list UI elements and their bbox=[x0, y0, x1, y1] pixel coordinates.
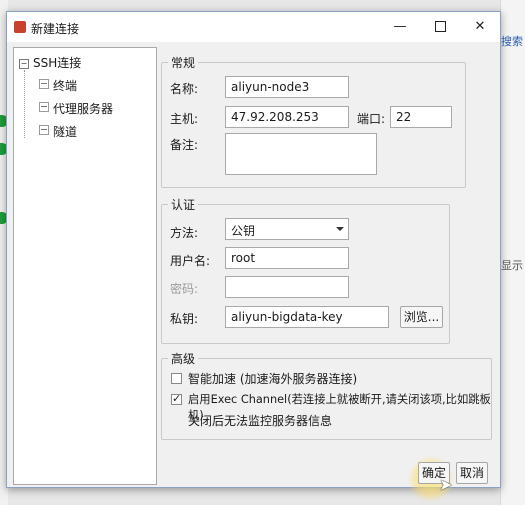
minimize-button[interactable]: — bbox=[380, 12, 420, 42]
new-connection-dialog: 新建连接 — ✕ − SSH连接 终端 代理服务器 隧道 常规 名称: aliyu… bbox=[6, 11, 501, 502]
auth-legend: 认证 bbox=[168, 196, 199, 213]
maximize-icon bbox=[434, 21, 446, 32]
exec-channel-checkbox[interactable] bbox=[171, 392, 182, 405]
tree-item-label: SSH连接 bbox=[33, 56, 82, 70]
close-button[interactable]: ✕ bbox=[460, 12, 500, 42]
name-input[interactable]: aliyun-node3 bbox=[225, 76, 349, 98]
cancel-button[interactable]: 取消 bbox=[456, 462, 488, 484]
password-input[interactable] bbox=[225, 276, 349, 298]
host-label: 主机: bbox=[170, 112, 199, 126]
close-icon: ✕ bbox=[474, 19, 486, 34]
private-key-input[interactable]: aliyun-bigdata-key bbox=[225, 306, 389, 328]
smart-accel-checkbox[interactable] bbox=[171, 373, 182, 384]
minimize-icon: — bbox=[393, 19, 407, 34]
background-search-link[interactable]: 搜索 bbox=[501, 33, 523, 49]
note-label: 备注: bbox=[170, 138, 199, 152]
tree-item-label: 终端 bbox=[53, 79, 78, 93]
tree-item-tunnel[interactable]: 隧道 bbox=[39, 123, 77, 140]
smart-accel-label[interactable]: 智能加速 (加速海外服务器连接) bbox=[188, 370, 357, 387]
title-bar[interactable]: 新建连接 — ✕ bbox=[7, 12, 500, 42]
settings-tree: − SSH连接 终端 代理服务器 隧道 bbox=[13, 47, 157, 485]
port-label: 端口: bbox=[357, 112, 386, 126]
browse-button[interactable]: 浏览... bbox=[400, 306, 443, 328]
exec-channel-note: 关闭后无法监控服务器信息 bbox=[188, 414, 333, 428]
leaf-node-icon bbox=[39, 102, 49, 112]
password-label: 密码: bbox=[170, 282, 199, 296]
background-app-right: 搜索 显示 bbox=[500, 0, 525, 505]
name-label: 名称: bbox=[170, 82, 199, 96]
private-key-label: 私钥: bbox=[170, 312, 199, 326]
port-input[interactable]: 22 bbox=[390, 106, 452, 128]
username-label: 用户名: bbox=[170, 254, 211, 268]
tree-connector bbox=[24, 70, 25, 138]
maximize-button[interactable] bbox=[420, 12, 460, 42]
tree-item-terminal[interactable]: 终端 bbox=[39, 77, 77, 94]
chevron-down-icon bbox=[336, 227, 344, 231]
collapse-icon: − bbox=[19, 59, 29, 69]
note-textarea[interactable] bbox=[225, 133, 377, 175]
background-text: 显示 bbox=[501, 259, 523, 272]
mouse-pointer-icon: ➤ bbox=[439, 475, 453, 494]
window-title: 新建连接 bbox=[31, 22, 80, 36]
advanced-legend: 高级 bbox=[168, 350, 199, 367]
method-select[interactable]: 公钥 bbox=[225, 218, 349, 240]
general-legend: 常规 bbox=[168, 54, 199, 71]
username-input[interactable]: root bbox=[225, 247, 349, 269]
tree-item-label: 隧道 bbox=[53, 125, 78, 139]
app-icon bbox=[14, 21, 26, 33]
tree-item-proxy[interactable]: 代理服务器 bbox=[39, 100, 113, 117]
method-label: 方法: bbox=[170, 226, 199, 240]
leaf-node-icon bbox=[39, 79, 49, 89]
leaf-node-icon bbox=[39, 125, 49, 135]
method-select-value: 公钥 bbox=[231, 224, 256, 238]
tree-item-ssh[interactable]: − SSH连接 bbox=[19, 54, 81, 71]
tree-item-label: 代理服务器 bbox=[53, 102, 114, 116]
host-input[interactable]: 47.92.208.253 bbox=[225, 106, 349, 128]
